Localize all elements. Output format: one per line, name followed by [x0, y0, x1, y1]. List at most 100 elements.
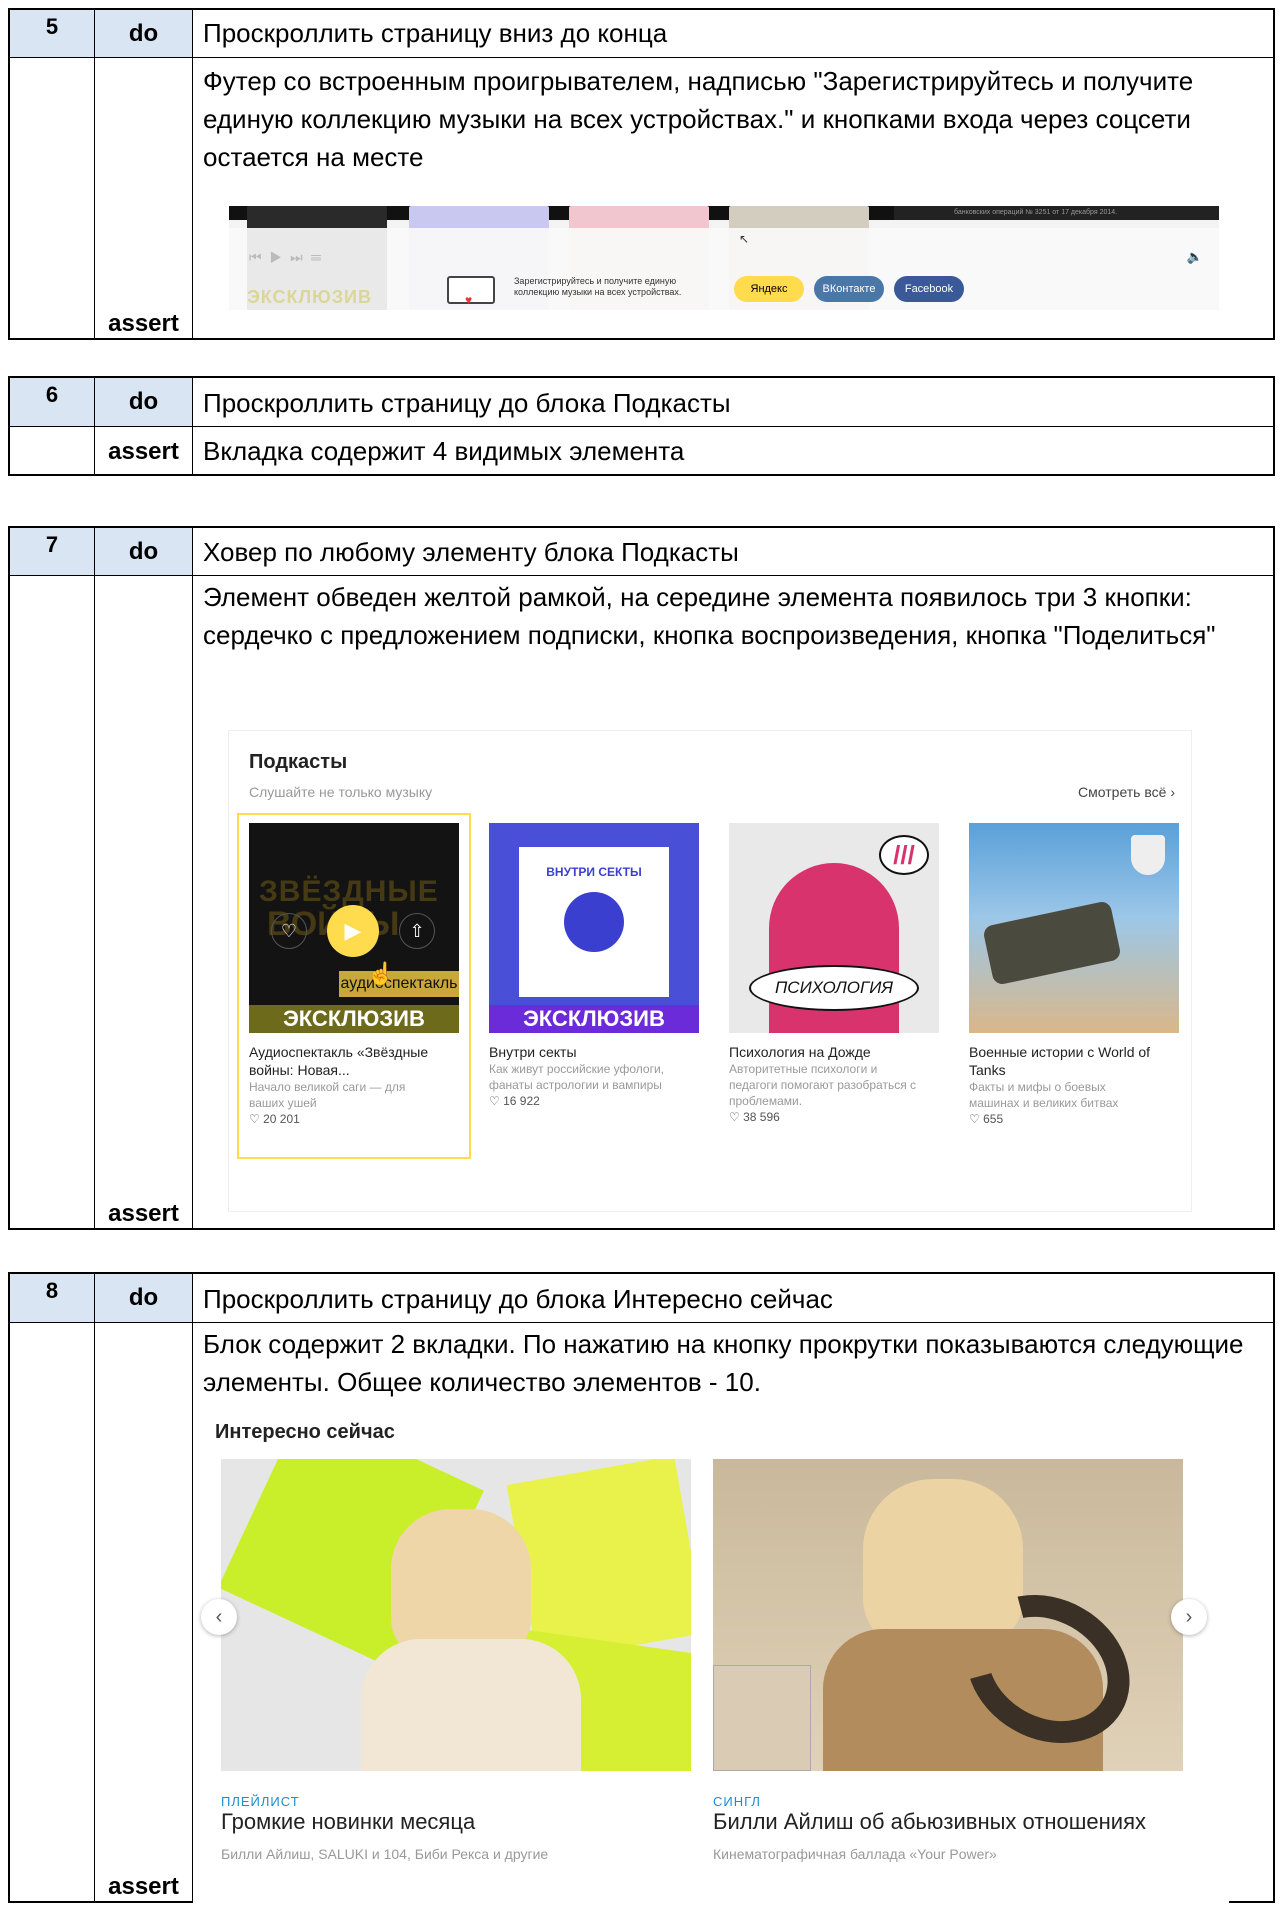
podcasts-screenshot: Подкасты Слушайте не только музыку Смотр… — [229, 731, 1191, 1211]
podcast-title[interactable]: Военные истории с World of Tanks — [969, 1043, 1159, 1079]
step-5-assert-row: assert Футер со встроенным проигрывателе… — [10, 58, 1273, 340]
podcast-likes: ♡ 38 596 — [729, 1109, 919, 1125]
interesting-title: Интересно сейчас — [215, 1421, 395, 1443]
podcast-caption: Внутри секты Как живут российские уфологи… — [489, 1043, 679, 1109]
step-7-assert-row: assert Элемент обведен желтой рамкой, на… — [10, 576, 1273, 1230]
see-all-label: Смотреть всё — [1078, 784, 1167, 800]
step-number: 7 — [10, 528, 95, 575]
footer-screenshot: банковских операций № 3251 от 17 декабря… — [229, 206, 1219, 310]
step-number: 5 — [10, 10, 95, 57]
image-person — [361, 1639, 581, 1771]
assert-text: Элемент обведен желтой рамкой, на середи… — [203, 582, 1216, 650]
player-bar: ⏮▶⏭☰ 🔈 — [229, 228, 1219, 268]
do-text: Проскроллить страницу до блока Интересно… — [193, 1274, 1273, 1322]
likes-count: 20 201 — [263, 1112, 300, 1126]
podcast-likes: ♡ 20 201 — [249, 1111, 439, 1127]
scroll-right-button[interactable]: › — [1171, 1599, 1207, 1635]
scroll-left-button[interactable]: ‹ — [201, 1599, 237, 1635]
step-6-do-row: 6 do Проскроллить страницу до блока Подк… — [10, 378, 1273, 427]
promo-text: Зарегистрируйтесь и получите единую колл… — [514, 276, 682, 297]
cursor-icon: ↖ — [739, 232, 750, 246]
podcast-caption: Психология на Дожде Авторитетные психолог… — [729, 1043, 919, 1125]
step-8: 8 do Проскроллить страницу до блока Инте… — [8, 1272, 1275, 1903]
do-text: Ховер по любому элементу блока Подкасты — [193, 528, 1273, 575]
devices-icon: ♥ — [447, 276, 495, 307]
podcast-likes: ♡ 655 — [969, 1111, 1159, 1127]
exclusive-badge: ЭКСКЛЮЗИВ — [247, 287, 372, 307]
card-desc: Билли Айлиш, SALUKI и 104, Биби Рекса и … — [221, 1846, 549, 1862]
podcast-title[interactable]: Внутри секты — [489, 1043, 679, 1061]
chevron-left-icon: ‹ — [215, 1606, 223, 1628]
facebook-login-button[interactable]: Facebook — [894, 276, 964, 302]
step-6-assert-row: assert Вкладка содержит 4 видимых элемен… — [10, 427, 1273, 476]
heart-icon[interactable]: ♡ — [489, 1094, 503, 1108]
podcast-description: Факты и мифы о боевых машинах и великих … — [969, 1080, 1119, 1110]
podcast-cover[interactable]: ВНУТРИ СЕКТЫ ЭКСКЛЮЗИВ — [489, 823, 699, 1033]
cover-tag: аудиоспектакль — [339, 971, 459, 997]
podcast-cover[interactable] — [969, 823, 1179, 1033]
cover-art-text: ВНУТРИ СЕКТЫ — [546, 865, 642, 879]
cover-art-text: ПСИХОЛОГИЯ — [749, 965, 919, 1011]
heart-icon[interactable]: ♡ — [249, 1112, 263, 1126]
heart-icon[interactable]: ♡ — [969, 1112, 983, 1126]
assert-cell: assert — [95, 58, 193, 340]
assert-text: Вкладка содержит 4 видимых элемента — [203, 436, 685, 466]
do-label: do — [95, 10, 193, 57]
step-6: 6 do Проскроллить страницу до блока Подк… — [8, 376, 1275, 476]
banner-strip: банковских операций № 3251 от 17 декабря… — [894, 206, 1219, 220]
podcast-title[interactable]: Психология на Дожде — [729, 1043, 919, 1061]
thumbnail-image — [713, 1665, 811, 1771]
assert-label: assert — [108, 310, 179, 337]
step-8-assert-row: assert Блок содержит 2 вкладки. По нажат… — [10, 1323, 1273, 1903]
empty-cell — [10, 1323, 95, 1903]
likes-count: 16 922 — [503, 1094, 540, 1108]
exclusive-badge: ЭКСКЛЮЗИВ — [489, 1005, 699, 1033]
podcast-cover[interactable]: ПСИХОЛОГИЯ /// — [729, 823, 939, 1033]
heart-icon[interactable]: ♡ — [271, 913, 307, 949]
heart-icon[interactable]: ♡ — [729, 1110, 743, 1124]
see-all-link[interactable]: Смотреть всё › — [1078, 773, 1175, 811]
assert-cell: assert — [95, 576, 193, 1230]
likes-count: 655 — [983, 1112, 1004, 1126]
vk-login-button[interactable]: ВКонтакте — [814, 276, 884, 302]
podcast-caption: Военные истории с World of Tanks Факты и … — [969, 1043, 1159, 1127]
play-icon[interactable]: ▶ — [327, 905, 379, 957]
tank-image — [982, 900, 1122, 986]
chevron-right-icon: › — [1185, 1606, 1193, 1628]
step-5: 5 do Проскроллить страницу вниз до конца… — [8, 8, 1275, 340]
step-number: 8 — [10, 1274, 95, 1322]
yandex-login-button[interactable]: Яндекс — [734, 276, 804, 302]
step-7-do-row: 7 do Ховер по любому элементу блока Подк… — [10, 528, 1273, 576]
share-icon[interactable]: ⇧ — [399, 913, 435, 949]
wot-logo-icon — [1131, 835, 1165, 875]
card-image[interactable] — [713, 1459, 1183, 1771]
exclusive-badge: ЭКСКЛЮЗИВ — [249, 1005, 459, 1033]
podcast-caption: Аудиоспектакль «Звёздные войны: Новая...… — [249, 1043, 439, 1127]
assert-text: Блок содержит 2 вкладки. По нажатию на к… — [203, 1329, 1244, 1397]
do-label: do — [95, 1274, 193, 1322]
do-text: Проскроллить страницу вниз до конца — [193, 10, 1273, 57]
hand-cursor-icon: ☝ — [367, 961, 395, 986]
assert-text: Футер со встроенным проигрывателем, надп… — [203, 66, 1194, 172]
step-5-do-row: 5 do Проскроллить страницу вниз до конца — [10, 10, 1273, 58]
assert-label: assert — [108, 1200, 179, 1227]
assert-cell: assert — [95, 1323, 193, 1903]
empty-cell — [10, 58, 95, 340]
podcast-description: Начало великой саги — для ваших ушей — [249, 1080, 406, 1110]
empty-cell — [10, 576, 95, 1230]
podcast-description: Как живут российские уфологи, фанаты аст… — [489, 1062, 665, 1092]
step-number: 6 — [10, 378, 95, 426]
interesting-screenshot: Интересно сейчас ‹ › ПЛЕЙЛИСТ Громкие но… — [193, 1403, 1229, 1903]
podcast-cover[interactable]: ЗВЁЗДНЫЕ ВОЙНЫ аудиоспектакль ♡ ▶ ⇧ ☝ ЭК… — [249, 823, 459, 1033]
do-text: Проскроллить страницу до блока Подкасты — [193, 378, 1273, 426]
podcast-description: Авторитетные психологи и педагоги помога… — [729, 1062, 917, 1108]
image-person — [391, 1509, 531, 1659]
chevron-right-icon: › — [1170, 784, 1175, 800]
assert-content: Элемент обведен желтой рамкой, на середи… — [193, 576, 1273, 1230]
likes-count: 38 596 — [743, 1110, 780, 1124]
do-label: do — [95, 378, 193, 426]
card-image[interactable] — [221, 1459, 691, 1771]
assert-content: Футер со встроенным проигрывателем, надп… — [193, 58, 1273, 340]
podcast-title[interactable]: Аудиоспектакль «Звёздные войны: Новая... — [249, 1043, 439, 1079]
speech-bubble-icon: /// — [879, 835, 929, 875]
